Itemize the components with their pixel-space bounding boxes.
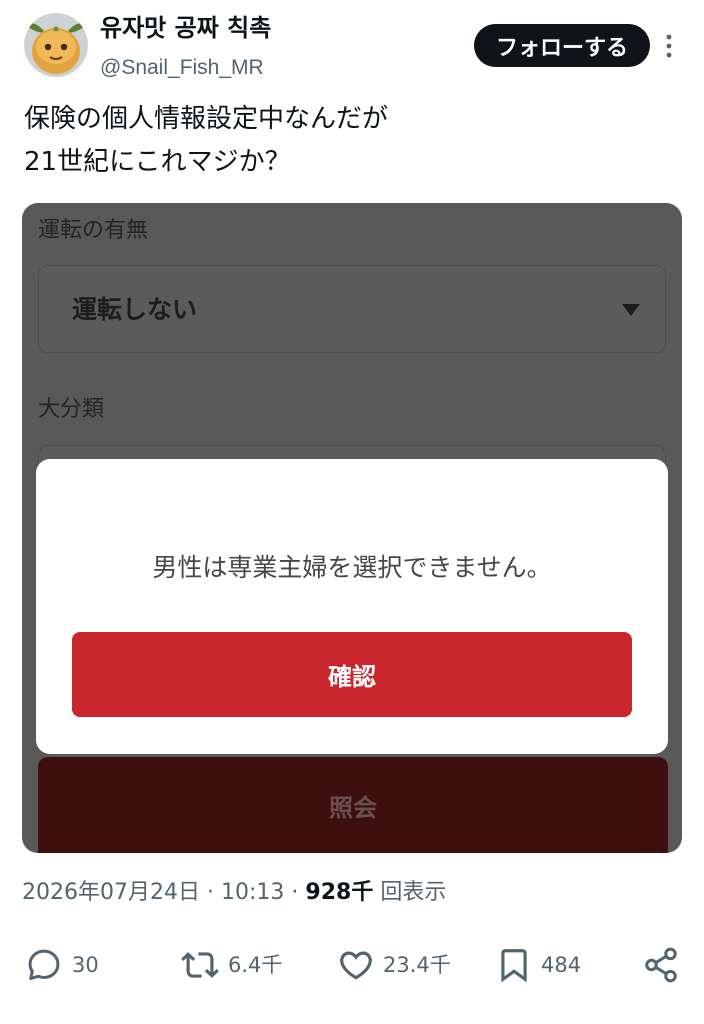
driving-select-value: 運転しない bbox=[72, 295, 198, 324]
caret-down-icon bbox=[622, 304, 640, 316]
bookmark-count[interactable]: 484 bbox=[541, 953, 581, 977]
post-date[interactable]: 2026年07月24日 bbox=[22, 880, 200, 905]
tweet-line: 21世紀にこれマジか？ bbox=[24, 147, 291, 177]
meta-separator: · bbox=[291, 880, 299, 905]
reply-count[interactable]: 30 bbox=[72, 953, 99, 977]
driving-select: 運転しない bbox=[38, 265, 666, 353]
like-count[interactable]: 23.4千 bbox=[383, 953, 451, 977]
share-icon[interactable] bbox=[642, 946, 680, 984]
display-name[interactable]: 유자맛 공짜 칙촉 bbox=[100, 12, 271, 44]
tweet-text: 保険の個人情報設定中なんだが 21世紀にこれマジか？ bbox=[24, 98, 388, 184]
avatar-image bbox=[24, 13, 88, 77]
alert-dialog: 男性は専業主婦を選択できません。 確認 bbox=[36, 459, 668, 754]
bookmark-icon[interactable] bbox=[495, 946, 533, 984]
tweet-meta: 2026年07月24日 · 10:13 · 928千 回表示 bbox=[22, 877, 446, 909]
meta-separator: · bbox=[206, 880, 214, 905]
inquiry-button: 照会 bbox=[38, 757, 668, 853]
user-handle[interactable]: @Snail_Fish_MR bbox=[100, 54, 264, 82]
field-label-category: 大分類 bbox=[38, 397, 105, 422]
like-icon[interactable] bbox=[337, 946, 375, 984]
tweet-line: 保険の個人情報設定中なんだが bbox=[24, 104, 389, 134]
tweet-media-image[interactable]: 運転の有無 運転しない 大分類 照会 男性は専業主婦を選択できません。 確認 bbox=[22, 203, 682, 853]
avatar[interactable] bbox=[24, 13, 88, 77]
field-label-driving: 運転の有無 bbox=[38, 218, 149, 243]
confirm-button: 確認 bbox=[72, 632, 632, 717]
reply-icon[interactable] bbox=[25, 946, 63, 984]
views-count: 928千 bbox=[305, 880, 374, 905]
post-time[interactable]: 10:13 bbox=[221, 880, 284, 905]
inquiry-button-label: 照会 bbox=[329, 794, 377, 822]
dialog-message: 男性は専業主婦を選択できません。 bbox=[152, 553, 552, 582]
more-vertical-icon[interactable] bbox=[661, 33, 677, 59]
follow-button[interactable]: フォローする bbox=[474, 24, 650, 67]
views-label: 回表示 bbox=[380, 880, 447, 905]
repost-icon[interactable] bbox=[181, 946, 219, 984]
repost-count[interactable]: 6.4千 bbox=[228, 953, 282, 977]
